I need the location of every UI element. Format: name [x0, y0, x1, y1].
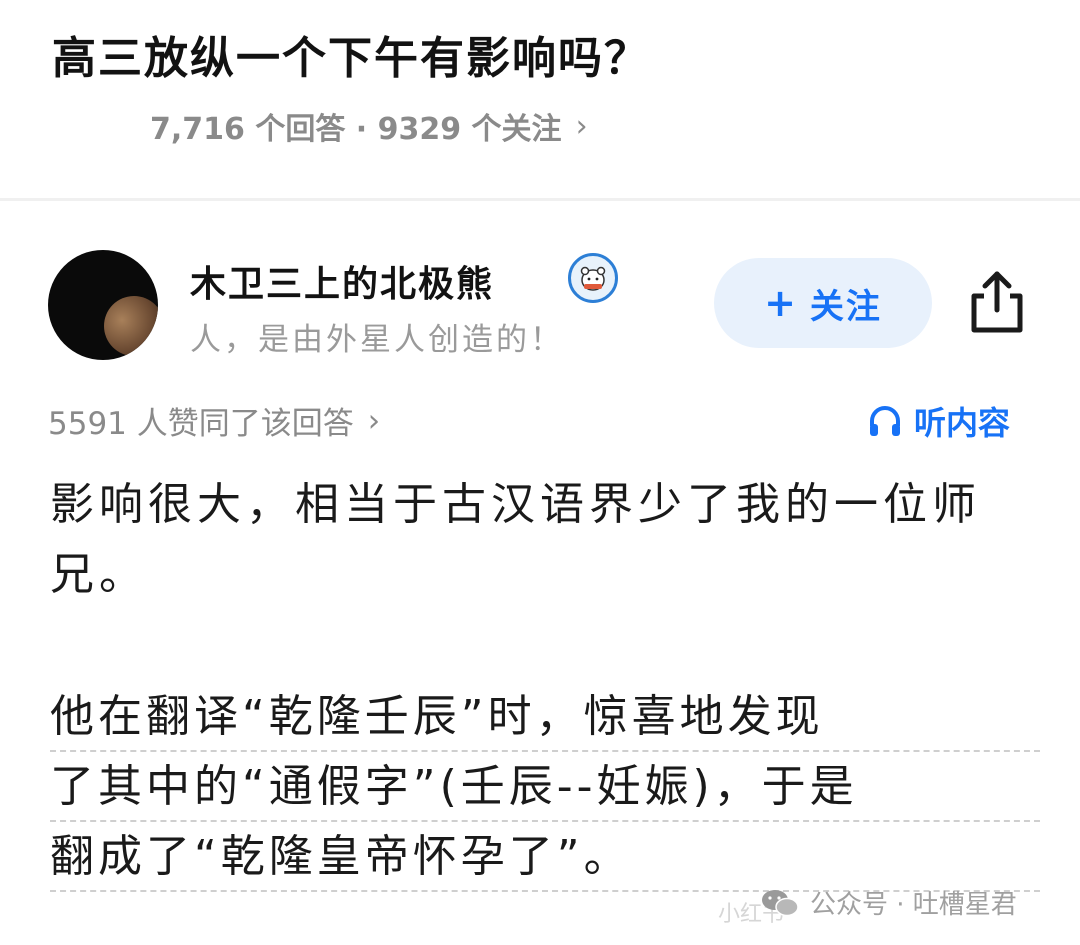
answer-paragraph-1: 影响很大，相当于古汉语界少了我的一位师兄。: [50, 479, 981, 600]
question-title[interactable]: 高三放纵一个下午有影响吗？: [52, 22, 650, 86]
wechat-watermark: 公众号 · 吐槽星君: [760, 884, 1017, 921]
vote-count: 5591 人赞同了该回答: [48, 406, 354, 442]
chevron-right-icon: ›: [575, 108, 588, 144]
answer-line: 他在翻译“乾隆壬辰”时，惊喜地发现: [50, 682, 1040, 752]
watermark-label: 公众号 · 吐槽星君: [810, 890, 1017, 920]
author-name[interactable]: 木卫三上的北极熊: [190, 255, 494, 307]
chevron-right-icon: ›: [367, 402, 381, 439]
vote-count-link[interactable]: 5591 人赞同了该回答 ›: [48, 398, 380, 443]
plus-icon: +: [764, 281, 798, 325]
follow-label: 关注: [809, 286, 882, 327]
polar-bear-badge-icon[interactable]: [568, 253, 618, 303]
share-icon[interactable]: [966, 268, 1028, 336]
question-meta[interactable]: 7,716 个回答 · 9329 个关注 ›: [150, 104, 588, 148]
wechat-icon: [762, 889, 799, 916]
avatar[interactable]: [48, 250, 158, 360]
listen-label: 听内容: [914, 404, 1011, 442]
follow-button[interactable]: + 关注: [714, 258, 932, 348]
planet-image: [104, 296, 158, 356]
question-stats: 7,716 个回答 · 9329 个关注: [150, 112, 562, 147]
answer-paragraph-2: 他在翻译“乾隆壬辰”时，惊喜地发现 了其中的“通假字”(壬辰--妊娠)，于是 翻…: [50, 682, 1040, 892]
headphones-icon: [870, 406, 900, 436]
author-signature: 人，是由外星人创造的！: [190, 322, 564, 358]
section-divider: [0, 198, 1080, 201]
listen-button[interactable]: 听内容: [866, 398, 1010, 444]
answer-line: 翻成了“乾隆皇帝怀孕了”。: [50, 822, 1040, 892]
answer-line: 了其中的“通假字”(壬辰--妊娠)，于是: [50, 752, 1040, 822]
